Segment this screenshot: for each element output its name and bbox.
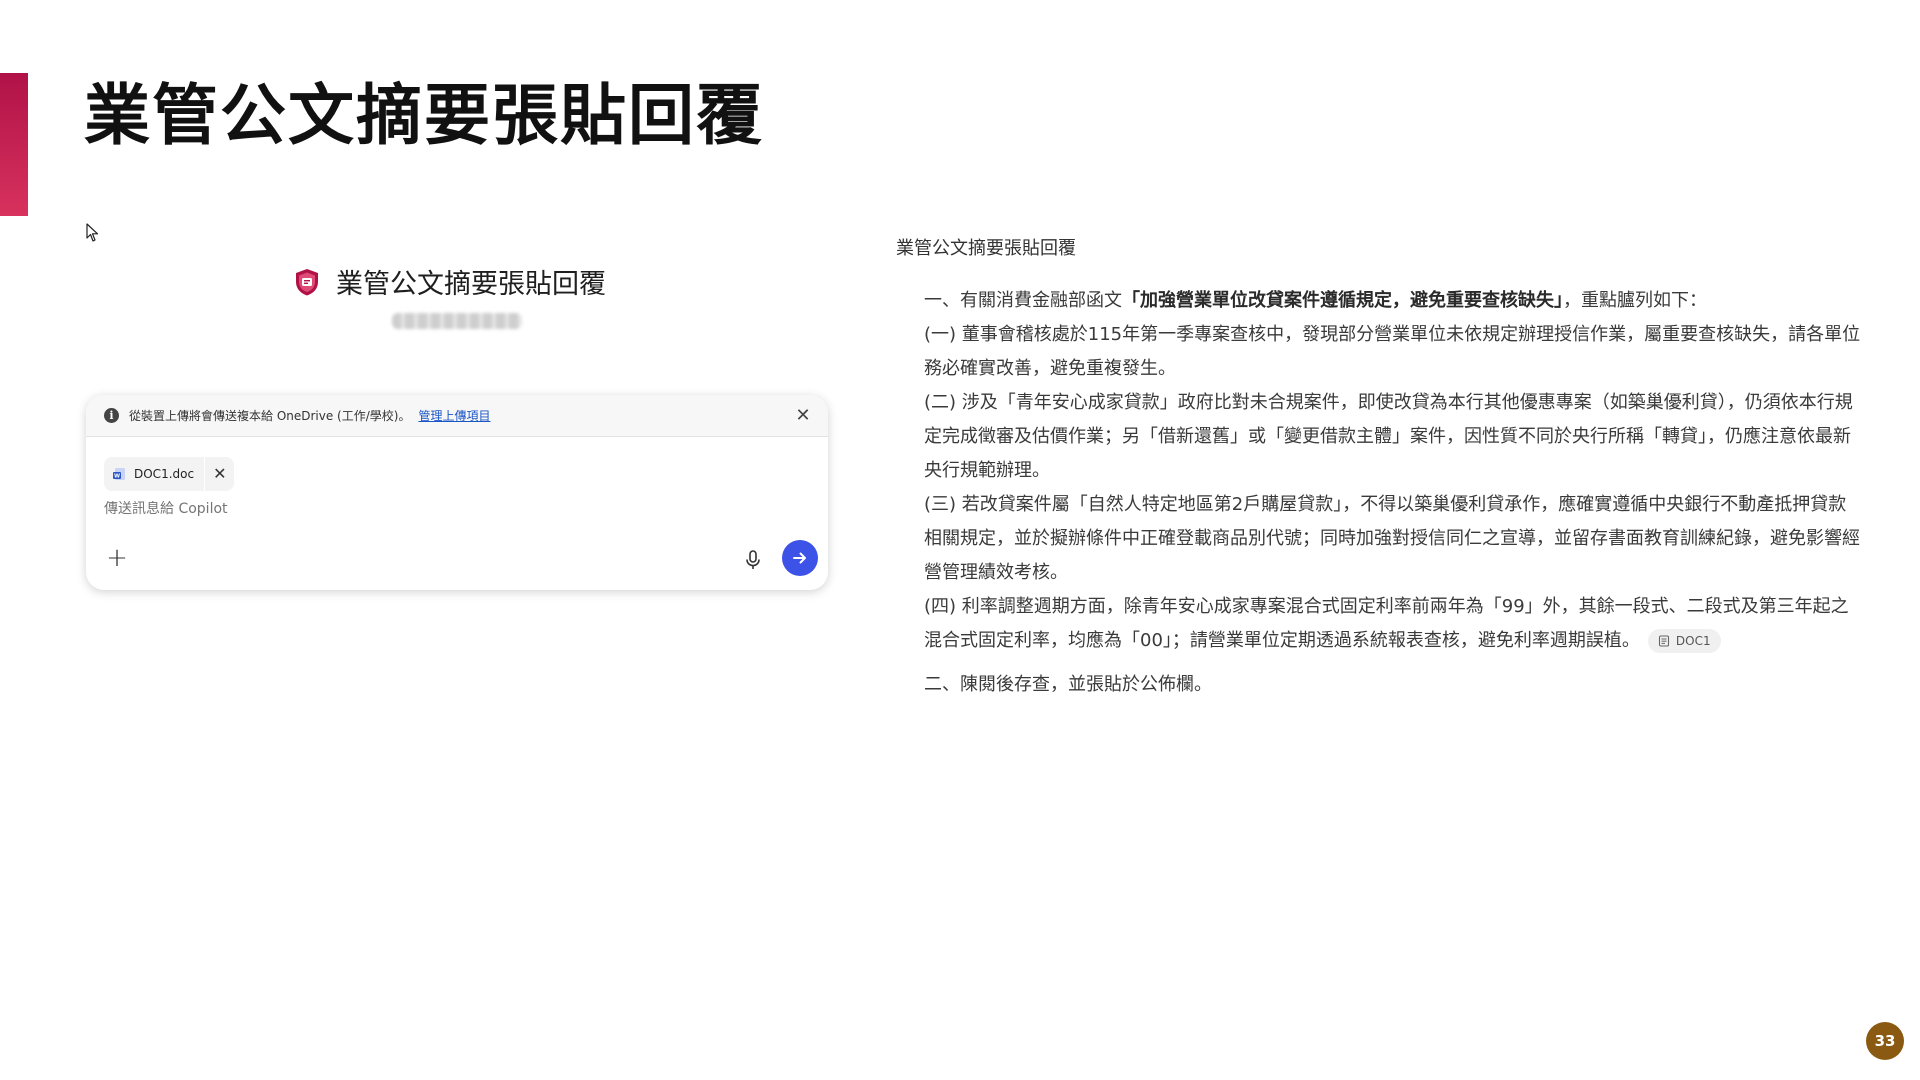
response-body: 一、有關消費金融部函文「加強營業單位改貸案件遵循規定，避免重要查核缺失」，重點臚…: [924, 284, 1864, 702]
response-paragraph-1: (一) 董事會稽核處於115年第一季專案查核中，發現部分營業單位未依規定辦理授信…: [924, 324, 1861, 379]
chip-divider: [204, 457, 206, 491]
chat-message-input[interactable]: [104, 501, 704, 517]
item1-bold: 「加強營業單位改貸案件遵循規定，避免重要查核缺失」: [1122, 290, 1563, 311]
manage-uploads-link[interactable]: 管理上傳項目: [418, 407, 490, 424]
arrow-right-icon: [793, 552, 806, 564]
copilot-agent-shield-icon: [296, 268, 318, 295]
word-document-icon: W: [113, 468, 125, 480]
remove-attachment-icon[interactable]: ✕: [213, 466, 226, 482]
item1-prefix: 一、有關消費金融部函文: [924, 290, 1122, 311]
agent-title: 業管公文摘要張貼回覆: [336, 269, 606, 300]
add-plus-icon[interactable]: +: [104, 545, 130, 573]
agent-header: 業管公文摘要張貼回覆: [292, 262, 606, 301]
response-heading: 業管公文摘要張貼回覆: [896, 238, 1076, 259]
microphone-icon[interactable]: [742, 549, 764, 571]
response-paragraph-2: (二) 涉及「青年安心成家貸款」政府比對未合規案件，即使改貸為本行其他優惠專案（…: [924, 392, 1853, 481]
attachment-chip[interactable]: W DOC1.doc ✕: [104, 457, 235, 491]
attachment-name: DOC1.doc: [134, 467, 195, 481]
item1-suffix: ，重點臚列如下：: [1563, 290, 1707, 311]
document-icon: [1658, 635, 1669, 647]
page-number-badge: 33: [1866, 1022, 1904, 1060]
response-item-1: 一、有關消費金融部函文「加強營業單位改貸案件遵循規定，避免重要查核缺失」，重點臚…: [924, 284, 1864, 318]
send-button[interactable]: [782, 540, 818, 576]
chat-composer: i 從裝置上傳將會傳送複本給 OneDrive (工作/學校)。 管理上傳項目 …: [86, 395, 828, 590]
svg-text:W: W: [114, 474, 120, 480]
response-item-2: 二、陳閱後存查，並張貼於公佈欄。: [924, 674, 1212, 695]
close-icon[interactable]: ✕: [792, 405, 814, 427]
mouse-cursor-icon: [86, 223, 99, 242]
upload-info-text: 從裝置上傳將會傳送複本給 OneDrive (工作/學校)。: [129, 409, 411, 423]
accent-bar: [0, 73, 28, 216]
response-paragraph-4-wrap: (四) 利率調整週期方面，除青年安心成家專案混合式固定利率前兩年為「99」外，其…: [924, 590, 1864, 658]
slide-title: 業管公文摘要張貼回覆: [84, 77, 764, 154]
info-icon: i: [104, 408, 119, 423]
agent-subtitle-blurred: [392, 313, 522, 329]
citation-chip[interactable]: DOC1: [1647, 629, 1721, 653]
upload-info-bar: i 從裝置上傳將會傳送複本給 OneDrive (工作/學校)。 管理上傳項目 …: [86, 395, 828, 437]
citation-label: DOC1: [1675, 634, 1711, 648]
response-paragraph-3: (三) 若改貸案件屬「自然人特定地區第2戶購屋貸款」，不得以築巢優利貸承作，應確…: [924, 494, 1860, 583]
